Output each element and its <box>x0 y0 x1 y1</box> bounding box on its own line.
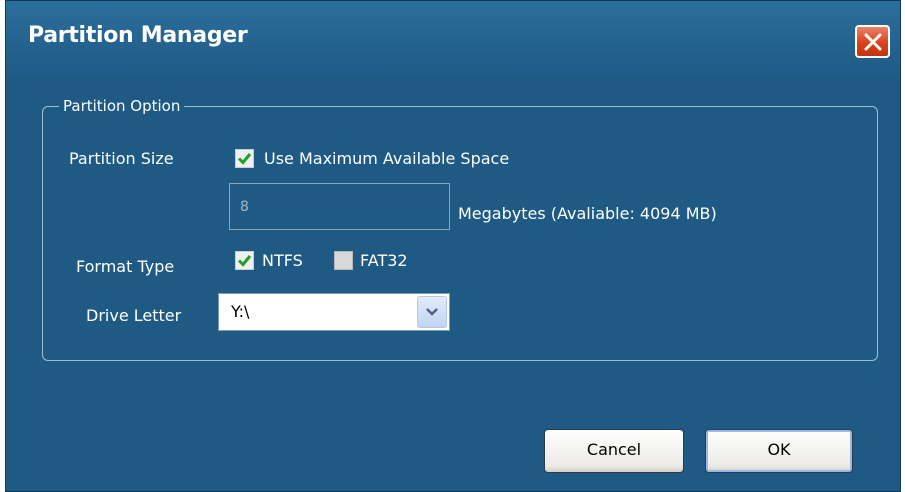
title-bar[interactable]: Partition Manager <box>6 1 900 81</box>
chevron-down-icon <box>426 308 438 316</box>
partition-size-input[interactable] <box>229 183 450 230</box>
ok-button[interactable]: OK <box>705 429 853 473</box>
fat32-label: FAT32 <box>360 251 408 270</box>
checkmark-icon <box>237 255 252 267</box>
fat32-checkbox[interactable] <box>334 251 353 270</box>
window-title: Partition Manager <box>28 23 248 48</box>
dropdown-button[interactable] <box>417 296 447 328</box>
size-unit-text: Megabytes (Avaliable: 4094 MB) <box>458 204 717 223</box>
format-type-label: Format Type <box>76 257 175 276</box>
drive-letter-label: Drive Letter <box>86 306 182 325</box>
group-legend: Partition Option <box>59 97 185 115</box>
drive-letter-value: Y:\ <box>231 302 250 321</box>
use-max-space-checkbox[interactable] <box>235 149 254 168</box>
ntfs-checkbox[interactable] <box>235 251 254 270</box>
partition-manager-dialog: Partition Manager Partition Option Parti… <box>5 0 901 492</box>
ntfs-label: NTFS <box>262 251 303 270</box>
close-icon <box>864 33 882 51</box>
checkmark-icon <box>237 153 252 165</box>
partition-size-label: Partition Size <box>69 149 174 168</box>
cancel-button[interactable]: Cancel <box>544 429 684 473</box>
use-max-space-label: Use Maximum Available Space <box>264 149 510 168</box>
drive-letter-select[interactable]: Y:\ <box>218 293 450 331</box>
close-button[interactable] <box>855 25 890 58</box>
